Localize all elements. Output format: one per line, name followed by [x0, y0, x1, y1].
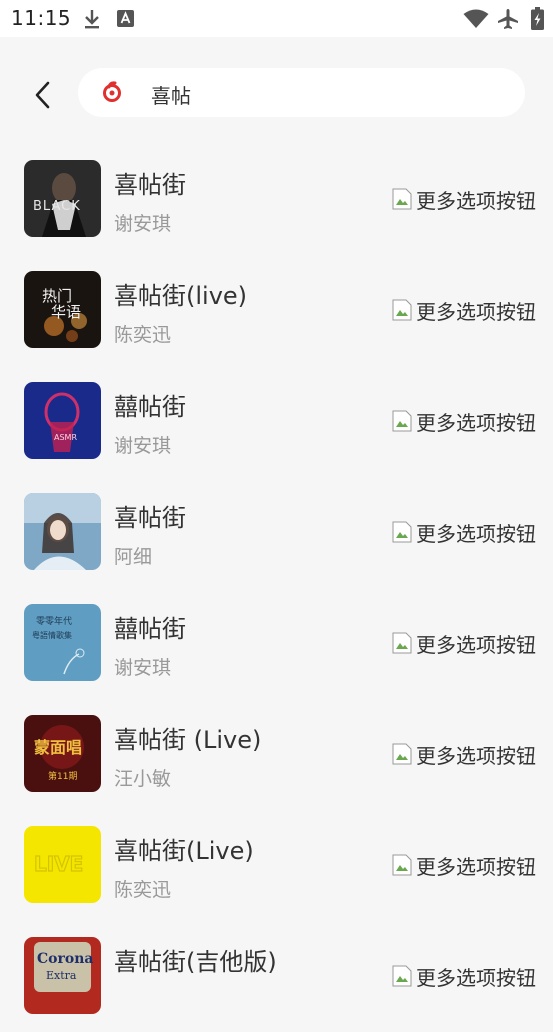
- album-cover: Corona Extra: [24, 937, 101, 1014]
- more-options-alt-text: 更多选项按钮: [416, 410, 536, 435]
- album-cover-text: 华语: [51, 303, 81, 321]
- song-artist: 谢安琪: [114, 435, 172, 457]
- more-options-alt-text: 更多选项按钮: [416, 188, 536, 213]
- chevron-left-icon: [35, 81, 50, 109]
- more-options-button[interactable]: 更多选项按钮: [392, 519, 536, 546]
- broken-image-icon: [392, 299, 412, 321]
- song-title: 喜帖街 (Live): [114, 726, 262, 754]
- download-icon: [85, 10, 99, 29]
- search-input[interactable]: 喜帖: [78, 68, 525, 117]
- song-artist: 陈奕迅: [114, 324, 172, 346]
- more-options-alt-text: 更多选项按钮: [416, 743, 536, 768]
- airplane-icon: [498, 9, 518, 29]
- album-cover-text: BLACK: [33, 199, 81, 214]
- status-bar: 11:15: [0, 0, 553, 37]
- more-options-alt-text: 更多选项按钮: [416, 854, 536, 879]
- song-title: 喜帖街(live): [114, 282, 248, 310]
- battery-charging-icon: [531, 7, 544, 30]
- more-options-alt-text: 更多选项按钮: [416, 299, 536, 324]
- more-options-button[interactable]: 更多选项按钮: [392, 408, 536, 435]
- album-cover: LIVE: [24, 826, 101, 903]
- font-icon: [117, 10, 134, 27]
- album-cover: BLACK: [24, 160, 101, 237]
- broken-image-icon: [392, 743, 412, 765]
- more-options-alt-text: 更多选项按钮: [416, 521, 536, 546]
- album-cover: 零零年代 粤語情歌集: [24, 604, 101, 681]
- broken-image-icon: [392, 521, 412, 543]
- more-options-button[interactable]: 更多选项按钮: [392, 297, 536, 324]
- search-query: 喜帖: [151, 84, 191, 108]
- song-title: 喜帖街(吉他版): [114, 948, 277, 976]
- album-cover: 热门 华语: [24, 271, 101, 348]
- song-title: 喜帖街(Live): [114, 837, 254, 865]
- netease-music-logo-icon: [103, 81, 121, 102]
- song-row[interactable]: BLACK 喜帖街 谢安琪 更多选项按钮: [0, 145, 553, 255]
- album-cover-text: 零零年代: [36, 615, 72, 627]
- more-options-button[interactable]: 更多选项按钮: [392, 741, 536, 768]
- song-title: 囍帖街: [114, 615, 186, 643]
- broken-image-icon: [392, 854, 412, 876]
- song-artist: 汪小敏: [114, 768, 172, 790]
- album-cover-text: 粤語情歌集: [32, 630, 72, 640]
- more-options-button[interactable]: 更多选项按钮: [392, 852, 536, 879]
- broken-image-icon: [392, 188, 412, 210]
- album-cover-text: Corona: [37, 951, 93, 967]
- album-cover-text: ASMR: [54, 433, 77, 442]
- song-artist: 阿细: [114, 546, 153, 568]
- song-artist: 陈奕迅: [114, 879, 172, 901]
- song-row[interactable]: 喜帖街 阿细 更多选项按钮: [0, 478, 553, 588]
- more-options-button[interactable]: 更多选项按钮: [392, 963, 536, 990]
- album-cover: 蒙面唱 第11期: [24, 715, 101, 792]
- album-cover-text: 第11期: [48, 770, 77, 782]
- status-time: 11:15: [11, 6, 72, 30]
- broken-image-icon: [392, 410, 412, 432]
- song-row[interactable]: 零零年代 粤語情歌集 囍帖街 谢安琪 更多选项按钮: [0, 589, 553, 699]
- broken-image-icon: [392, 632, 412, 654]
- album-cover-text: Extra: [46, 969, 77, 982]
- song-title: 喜帖街: [114, 504, 186, 532]
- album-cover-text: 蒙面唱: [34, 738, 82, 757]
- back-button[interactable]: [28, 77, 60, 113]
- more-options-alt-text: 更多选项按钮: [416, 965, 536, 990]
- more-options-alt-text: 更多选项按钮: [416, 632, 536, 657]
- song-row[interactable]: 热门 华语 喜帖街(live) 陈奕迅 更多选项按钮: [0, 256, 553, 366]
- album-cover: ASMR: [24, 382, 101, 459]
- song-artist: 谢安琪: [114, 657, 172, 679]
- wifi-icon: [463, 9, 489, 28]
- album-cover: [24, 493, 101, 570]
- song-artist: 谢安琪: [114, 213, 172, 235]
- song-row[interactable]: 蒙面唱 第11期 喜帖街 (Live) 汪小敏 更多选项按钮: [0, 700, 553, 810]
- more-options-button[interactable]: 更多选项按钮: [392, 630, 536, 657]
- song-row[interactable]: Corona Extra 喜帖街(吉他版) 更多选项按钮: [0, 922, 553, 1032]
- more-options-button[interactable]: 更多选项按钮: [392, 186, 536, 213]
- album-cover-text: LIVE: [34, 852, 83, 876]
- song-row[interactable]: LIVE 喜帖街(Live) 陈奕迅 更多选项按钮: [0, 811, 553, 921]
- search-header: 喜帖: [0, 37, 553, 137]
- song-title: 喜帖街: [114, 171, 186, 199]
- song-title: 囍帖街: [114, 393, 186, 421]
- song-row[interactable]: ASMR 囍帖街 谢安琪 更多选项按钮: [0, 367, 553, 477]
